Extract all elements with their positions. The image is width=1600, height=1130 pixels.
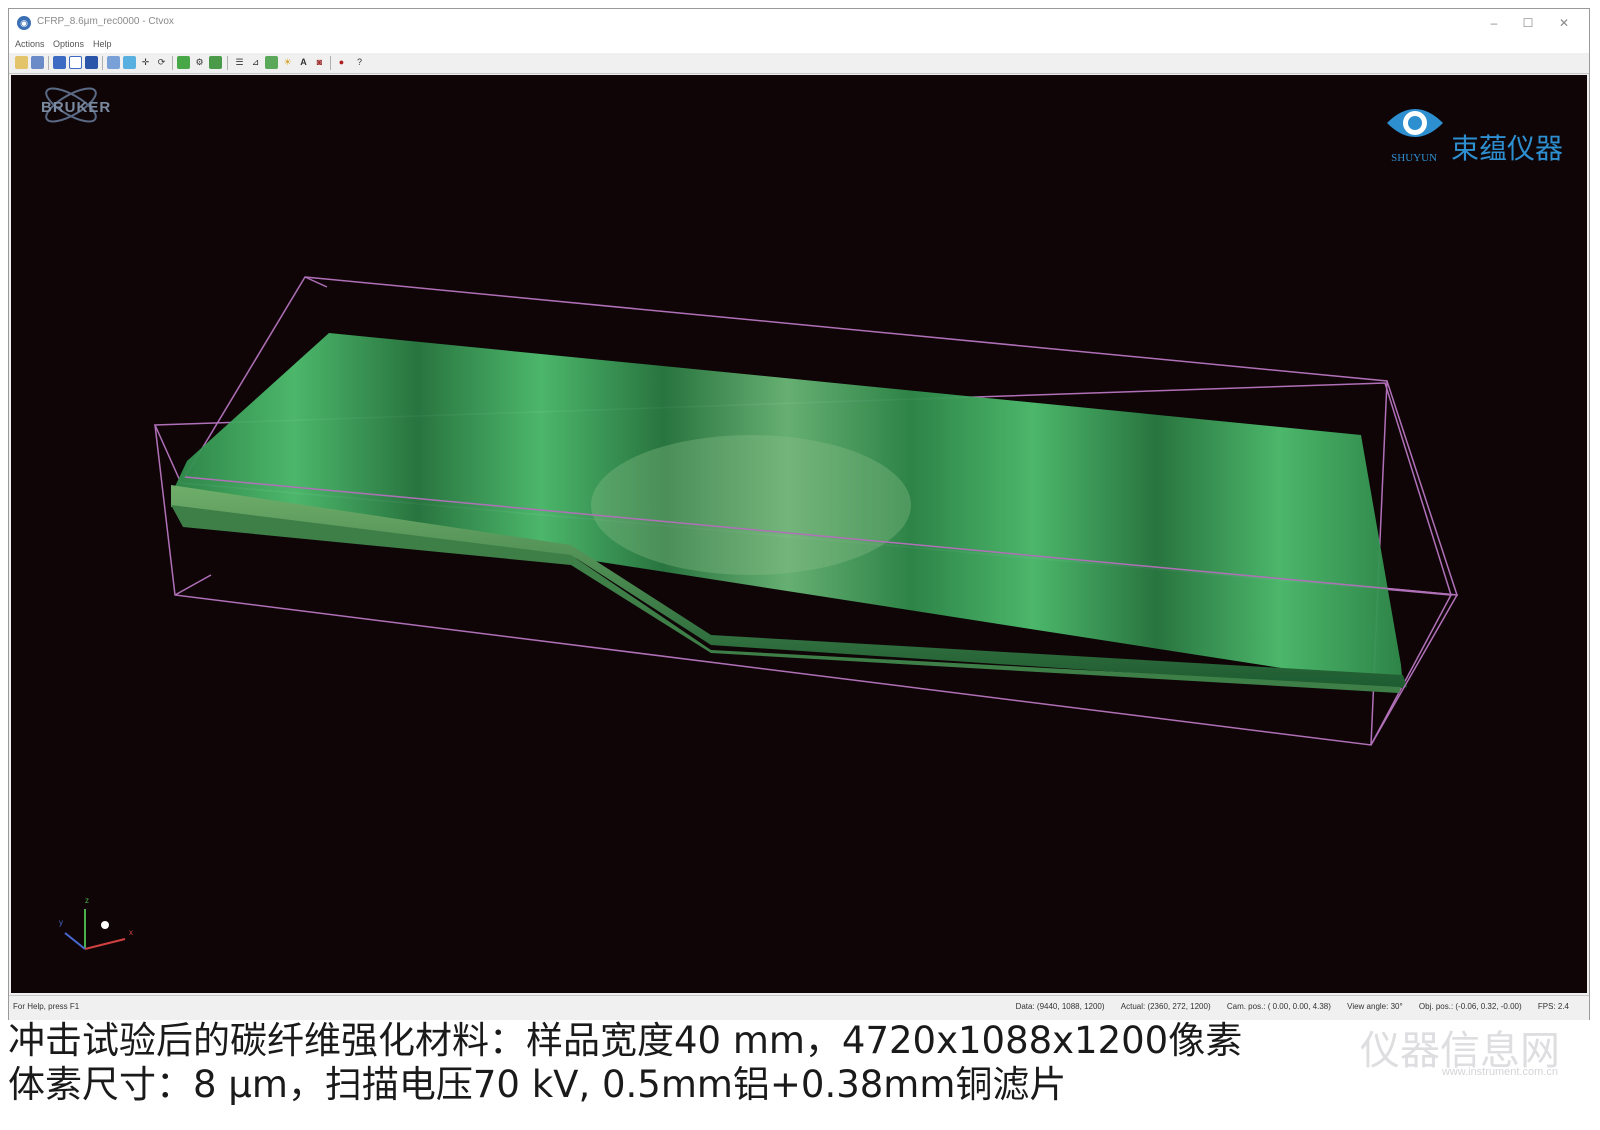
caption-line-1: 冲击试验后的碳纤维强化材料：样品宽度40 mm，4720x1088x1200像素: [8, 1019, 1243, 1062]
menu-actions[interactable]: Actions: [15, 39, 45, 49]
status-obj-pos: Obj. pos.: (-0.06, 0.32, -0.00): [1418, 1002, 1522, 1011]
status-cam-pos: Cam. pos.: ( 0.00, 0.00, 4.38): [1226, 1002, 1331, 1011]
rotate-icon[interactable]: ⟳: [155, 56, 168, 69]
minimize-button[interactable]: –: [1477, 13, 1511, 33]
cube-outline-icon[interactable]: [69, 56, 82, 69]
text-icon[interactable]: A: [297, 56, 310, 69]
watermark-url: www.instrument.com.cn: [1441, 1066, 1558, 1078]
toolbar-separator: [172, 56, 173, 70]
light-icon[interactable]: ☀: [281, 56, 294, 69]
bounding-box-edge: [174, 574, 212, 596]
cube-front-icon[interactable]: [53, 56, 66, 69]
image-icon[interactable]: [265, 56, 278, 69]
help-icon[interactable]: ?: [353, 56, 366, 69]
window-title: CFRP_8.6μm_rec0000 - Ctvox: [37, 16, 174, 27]
status-data: Data: (9440, 1088, 1200): [1015, 1002, 1105, 1011]
y-axis-label: y: [59, 918, 63, 927]
menu-help[interactable]: Help: [93, 39, 112, 49]
3d-viewport[interactable]: BRUKER SHUYUN 束蕴仪器 z x y: [11, 75, 1587, 993]
toolbar-separator: [227, 56, 228, 70]
impact-damage-region: [591, 435, 911, 575]
app-window: ◉ CFRP_8.6μm_rec0000 - Ctvox – ☐ ✕ Actio…: [8, 8, 1590, 1020]
eye-icon[interactable]: [107, 56, 120, 69]
status-view-angle: View angle: 30°: [1347, 1002, 1403, 1011]
axis-orientation-icon: z x y: [59, 896, 133, 950]
status-bar: For Help, press F1 Data: (9440, 1088, 12…: [9, 995, 1589, 1020]
move-icon[interactable]: ✛: [139, 56, 152, 69]
camera-icon[interactable]: ◙: [313, 56, 326, 69]
menu-options[interactable]: Options: [53, 39, 84, 49]
save-icon[interactable]: [31, 56, 44, 69]
menu-bar: Actions Options Help: [9, 37, 1589, 53]
cube-solid-icon[interactable]: [85, 56, 98, 69]
status-actual: Actual: (2360, 272, 1200): [1120, 1002, 1211, 1011]
toolbar: ✛ ⟳ ⚙ ☰ ⊿ ☀ A ◙ ● ?: [9, 53, 1589, 74]
caption-line-2: 体素尺寸：8 μm，扫描电压70 kV, 0.5mm铝+0.38mm铜滤片: [8, 1063, 1067, 1106]
title-bar: ◉ CFRP_8.6μm_rec0000 - Ctvox – ☐ ✕: [9, 9, 1589, 37]
volume-render: [153, 276, 1459, 746]
toolbar-separator: [330, 56, 331, 70]
drop-icon[interactable]: [123, 56, 136, 69]
maximize-button[interactable]: ☐: [1511, 13, 1545, 33]
status-help: For Help, press F1: [13, 1002, 80, 1011]
status-fps: FPS: 2.4: [1537, 1002, 1569, 1011]
record-icon[interactable]: ●: [335, 56, 348, 69]
gear-icon[interactable]: ⚙: [193, 56, 206, 69]
open-icon[interactable]: [15, 56, 28, 69]
ctvox-app-icon[interactable]: ◉: [17, 16, 31, 30]
chart-icon[interactable]: ⊿: [249, 56, 262, 69]
clipping-box-icon[interactable]: [177, 56, 190, 69]
close-button[interactable]: ✕: [1547, 13, 1581, 33]
toolbar-separator: [102, 56, 103, 70]
z-axis-label: z: [85, 896, 89, 905]
x-axis-label: x: [129, 928, 133, 937]
toolbar-separator: [48, 56, 49, 70]
palette-icon[interactable]: [209, 56, 222, 69]
list-icon[interactable]: ☰: [233, 56, 246, 69]
status-info: Data: (9440, 1088, 1200) Actual: (2360, …: [1002, 1002, 1569, 1011]
